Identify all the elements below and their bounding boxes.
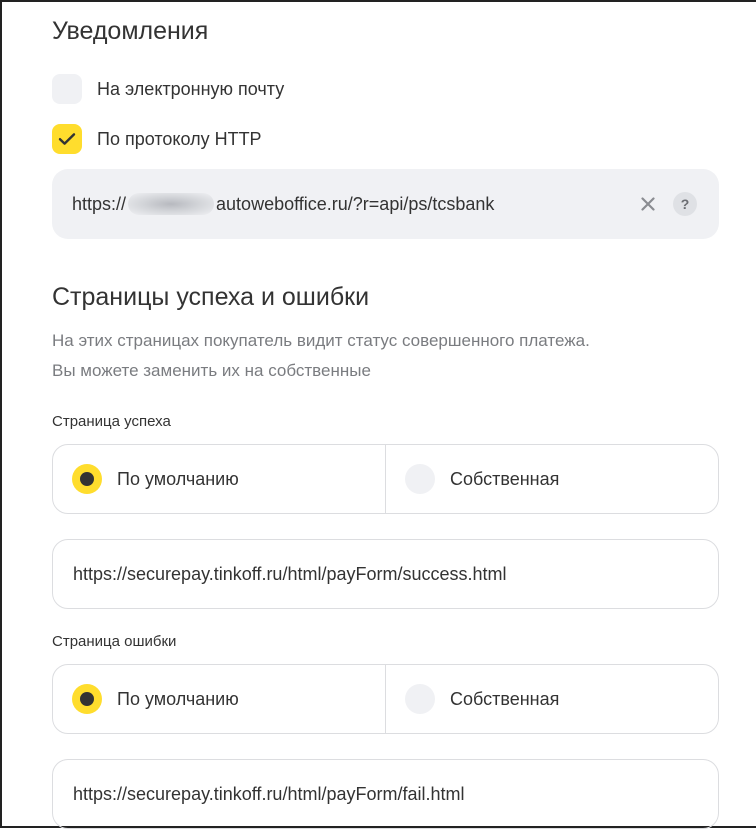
notifications-title: Уведомления [52,17,209,45]
description-line-2: Вы можете заменить их на собственные [52,361,371,380]
http-url-suffix: autoweboffice.ru/?r=api/ps/tcsbank [216,193,495,214]
fail-option-default[interactable]: По умолчанию [53,665,385,733]
email-checkbox-label: На электронную почту [97,78,285,99]
description-line-1: На этих страницах покупатель видит стату… [52,331,590,350]
success-option-default[interactable]: По умолчанию [53,445,385,513]
http-url-prefix: https:// [72,193,127,214]
success-page-radio-group: По умолчанию Собственная [52,444,719,514]
fail-option-custom[interactable]: Собственная [385,665,718,733]
fail-option-default-label: По умолчанию [117,688,239,709]
fail-option-custom-label: Собственная [450,688,560,709]
http-checkbox-label: По протоколу HTTP [97,128,262,149]
fail-url-field[interactable]: https://securepay.tinkoff.ru/html/payFor… [52,759,719,829]
redacted-domain [128,193,215,215]
email-notification-option[interactable]: На электронную почту [52,74,284,104]
fail-page-label: Страница ошибки [52,633,177,650]
success-url-field[interactable]: https://securepay.tinkoff.ru/html/payFor… [52,539,719,609]
email-checkbox[interactable] [52,74,82,104]
success-option-default-label: По умолчанию [117,468,239,489]
http-checkbox[interactable] [52,124,82,154]
success-radio-default[interactable] [72,464,102,494]
fail-radio-default[interactable] [72,684,102,714]
fail-page-radio-group: По умолчанию Собственная [52,664,719,734]
success-radio-custom[interactable] [405,464,435,494]
help-icon[interactable]: ? [673,192,697,216]
fail-radio-custom[interactable] [405,684,435,714]
success-page-label: Страница успеха [52,413,171,430]
http-notification-option[interactable]: По протоколу HTTP [52,124,262,154]
checkmark-icon [58,133,76,145]
pages-description: На этих страницах покупатель видит стату… [52,326,712,386]
pages-title: Страницы успеха и ошибки [52,283,370,311]
success-option-custom[interactable]: Собственная [385,445,718,513]
http-url-field[interactable]: https:// autoweboffice.ru/?r=api/ps/tcsb… [52,169,719,239]
close-icon[interactable] [637,193,659,215]
success-option-custom-label: Собственная [450,468,560,489]
